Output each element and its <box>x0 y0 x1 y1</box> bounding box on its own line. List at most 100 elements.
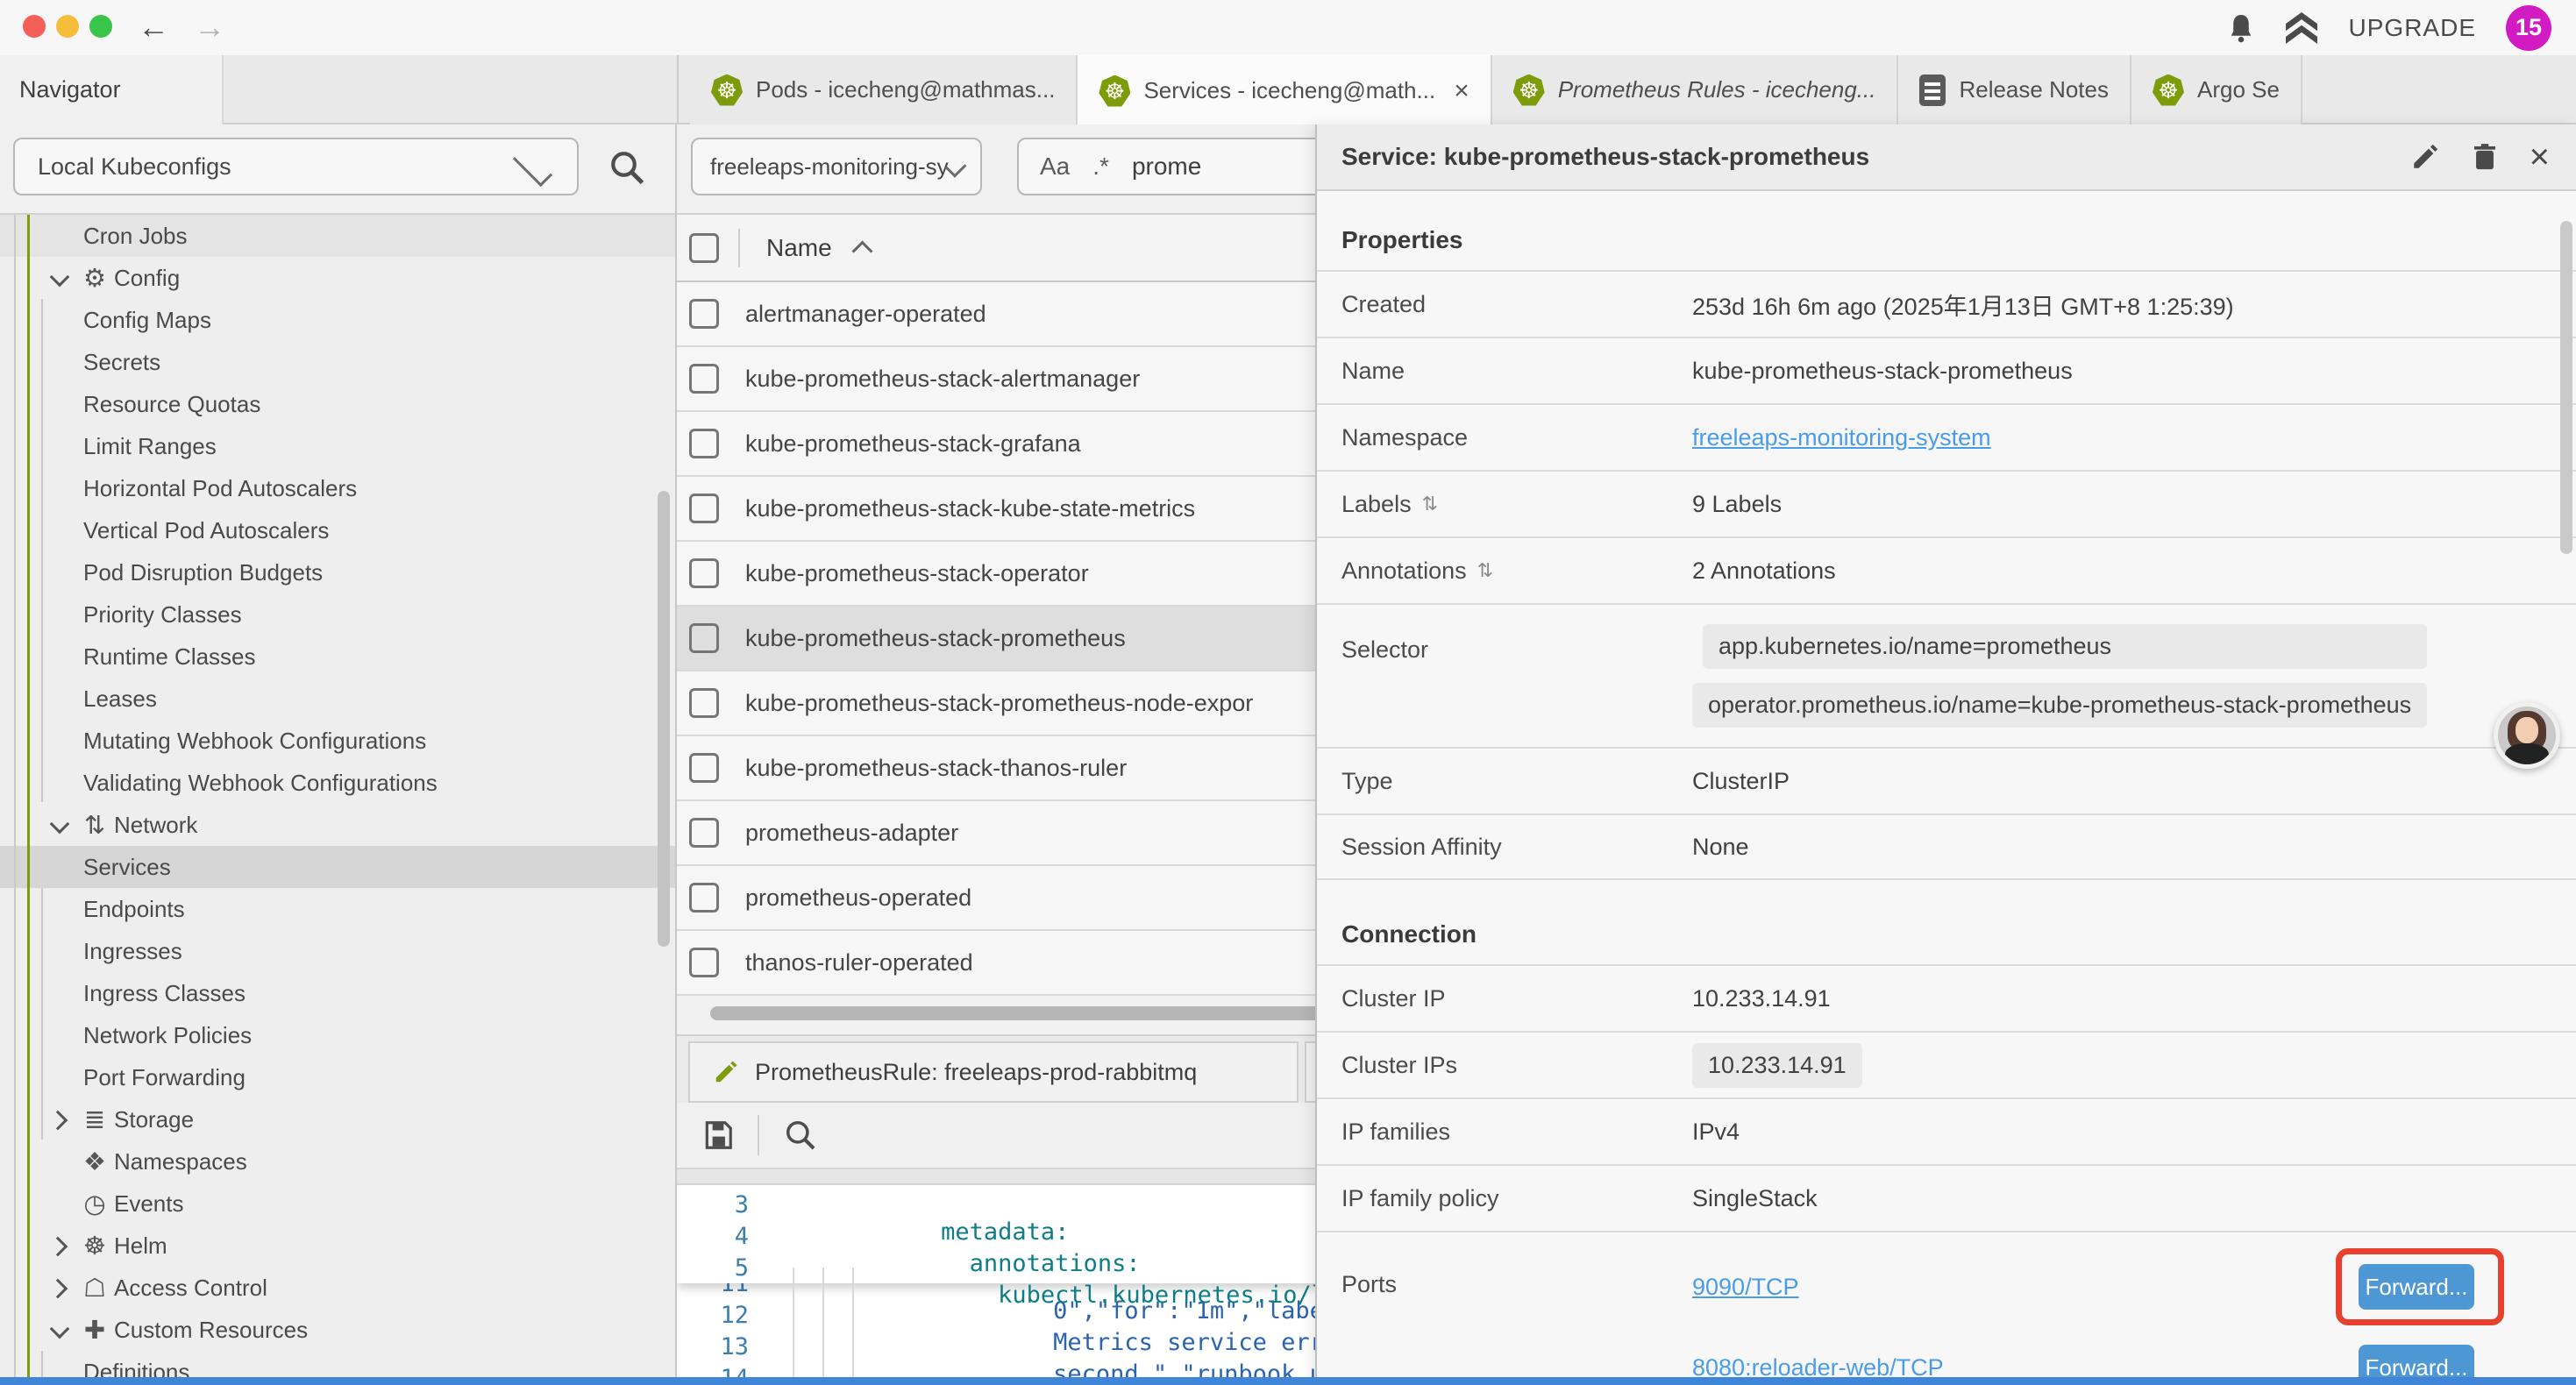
delete-trash-icon[interactable] <box>2470 142 2500 172</box>
row-checkbox[interactable] <box>689 818 719 848</box>
port-link[interactable]: 8080:reloader-web/TCP <box>1692 1354 1944 1381</box>
row-checkbox[interactable] <box>689 558 719 588</box>
tree-chevron-icon[interactable] <box>46 1104 75 1134</box>
tree-item[interactable]: Limit Ranges <box>0 425 675 467</box>
tree-item[interactable]: Services <box>0 846 675 888</box>
match-case-toggle[interactable]: Aa <box>1040 153 1070 181</box>
tree-item[interactable]: Runtime Classes <box>0 636 675 678</box>
drawer-close-icon[interactable]: × <box>2530 142 2550 172</box>
tree-item[interactable]: Mutating Webhook Configurations <box>0 720 675 762</box>
drawer-scrollbar[interactable] <box>2560 221 2572 554</box>
tree-item[interactable]: Namespaces <box>0 1140 675 1183</box>
name-label: Name <box>1317 358 1692 385</box>
window-close-button[interactable] <box>23 15 46 38</box>
window-minimize-button[interactable] <box>56 15 79 38</box>
kubeconfig-select[interactable]: Local Kubeconfigs <box>13 138 579 195</box>
row-checkbox[interactable] <box>689 623 719 653</box>
tree-item[interactable]: Resource Quotas <box>0 383 675 425</box>
search-icon[interactable] <box>608 149 645 186</box>
sidebar-scrollbar[interactable] <box>658 491 670 947</box>
edit-pencil-icon[interactable] <box>2410 142 2440 172</box>
regex-toggle[interactable]: .* <box>1092 153 1109 181</box>
tree-item[interactable]: Validating Webhook Configurations <box>0 762 675 804</box>
window-maximize-button[interactable] <box>89 15 112 38</box>
app-tab[interactable]: ☸ Argo Se × <box>2131 55 2302 124</box>
tree-item[interactable]: Ingress Classes <box>0 972 675 1014</box>
tree-item[interactable]: Access Control <box>0 1267 675 1309</box>
kubernetes-icon: ☸ <box>2153 75 2184 106</box>
row-checkbox[interactable] <box>689 688 719 718</box>
app-tabs: ☸ Pods - icecheng@mathmas... × ☸ Service… <box>690 55 2302 124</box>
table-horizontal-scrollbar[interactable] <box>710 1006 1363 1020</box>
select-all-checkbox[interactable] <box>689 233 719 263</box>
sort-toggle-icon[interactable]: ⇅ <box>1422 493 1438 515</box>
tree-item[interactable]: Leases <box>0 678 675 720</box>
tree-chevron-icon[interactable] <box>46 263 75 293</box>
tree-chevron-icon[interactable] <box>46 1231 75 1261</box>
tree-item[interactable]: Priority Classes <box>0 593 675 636</box>
tree-chevron-icon[interactable] <box>46 1273 75 1303</box>
namespace-select[interactable]: freeleaps-monitoring-system <box>691 138 982 195</box>
tree-item[interactable]: Vertical Pod Autoscalers <box>0 509 675 551</box>
labels-value[interactable]: 9 Labels <box>1692 491 1782 518</box>
row-checkbox[interactable] <box>689 494 719 523</box>
back-arrow-icon[interactable]: ← <box>133 7 174 47</box>
tree-item-label: Limit Ranges <box>83 433 217 460</box>
forward-button[interactable]: Forward... <box>2359 1264 2474 1310</box>
row-checkbox[interactable] <box>689 364 719 394</box>
tree-item-label: Config Maps <box>83 307 211 334</box>
drawer-body: Properties Created 253d 16h 6m ago (2025… <box>1317 191 2576 1385</box>
editor-tab-label: PrometheusRule: freeleaps-prod-rabbitmq <box>755 1059 1197 1086</box>
tree-item[interactable]: Horizontal Pod Autoscalers <box>0 467 675 509</box>
app-tab[interactable]: ☸ Prometheus Rules - icecheng... × <box>1492 55 1899 124</box>
tree-item[interactable]: Helm <box>0 1225 675 1267</box>
tree-item[interactable]: Network Policies <box>0 1014 675 1056</box>
sort-ascending-icon[interactable] <box>851 240 872 261</box>
notifications-bell-icon[interactable] <box>2228 12 2254 44</box>
tree-item[interactable]: Config <box>0 257 675 299</box>
sort-toggle-icon[interactable]: ⇅ <box>1477 559 1493 582</box>
annotations-value[interactable]: 2 Annotations <box>1692 558 1836 585</box>
tree-item-label: Priority Classes <box>83 601 242 629</box>
tree-item[interactable]: Network <box>0 804 675 846</box>
tree-item[interactable]: Ingresses <box>0 930 675 972</box>
user-avatar[interactable] <box>2494 702 2560 769</box>
tree-item[interactable]: Cron Jobs <box>0 215 675 257</box>
row-checkbox[interactable] <box>689 883 719 913</box>
upgrade-icon[interactable] <box>2284 12 2319 44</box>
tab-navigator[interactable]: Navigator <box>0 55 224 124</box>
tree-chevron-icon[interactable] <box>46 1315 75 1345</box>
port-link[interactable]: 9090/TCP <box>1692 1274 1799 1300</box>
tree-item[interactable]: Secrets <box>0 341 675 383</box>
app-tab[interactable]: ☸ Services - icecheng@math... × <box>1078 55 1491 126</box>
row-checkbox[interactable] <box>689 299 719 329</box>
close-icon[interactable]: × <box>1454 76 1469 106</box>
tree-item[interactable]: Port Forwarding <box>0 1056 675 1098</box>
tree-item[interactable]: Config Maps <box>0 299 675 341</box>
selector-label: Selector <box>1317 624 1692 664</box>
tree-item-label: Validating Webhook Configurations <box>83 770 438 797</box>
tree-chevron-icon[interactable] <box>46 810 75 840</box>
editor-tab[interactable]: PrometheusRule: freeleaps-prod-rabbitmq <box>688 1041 1299 1103</box>
editor-search-icon[interactable] <box>784 1119 817 1152</box>
forward-button-wrap: Forward... <box>2359 1264 2474 1310</box>
app-tab[interactable]: ☸ Pods - icecheng@mathmas... × <box>690 55 1078 124</box>
row-checkbox[interactable] <box>689 753 719 783</box>
title-bar: ← → UPGRADE 15 <box>0 0 2576 55</box>
row-checkbox[interactable] <box>689 429 719 458</box>
upgrade-label[interactable]: UPGRADE <box>2349 14 2476 42</box>
app-tab[interactable]: ☸ Release Notes × <box>1898 55 2131 124</box>
save-icon[interactable] <box>701 1119 735 1152</box>
row-checkbox[interactable] <box>689 948 719 977</box>
tree-item[interactable]: Endpoints <box>0 888 675 930</box>
namespace-link[interactable]: freeleaps-monitoring-system <box>1692 424 1991 451</box>
tree-item[interactable]: Pod Disruption Budgets <box>0 551 675 593</box>
notification-count-badge[interactable]: 15 <box>2506 5 2551 51</box>
name-column-header[interactable]: Name <box>766 234 832 262</box>
tree-item[interactable]: Custom Resources <box>0 1309 675 1351</box>
ports-label: Ports <box>1317 1255 1692 1298</box>
tree-item[interactable]: Storage <box>0 1098 675 1140</box>
tree-active-guide <box>27 215 30 1385</box>
tree-item-label: Services <box>83 854 171 881</box>
tree-item[interactable]: Events <box>0 1183 675 1225</box>
